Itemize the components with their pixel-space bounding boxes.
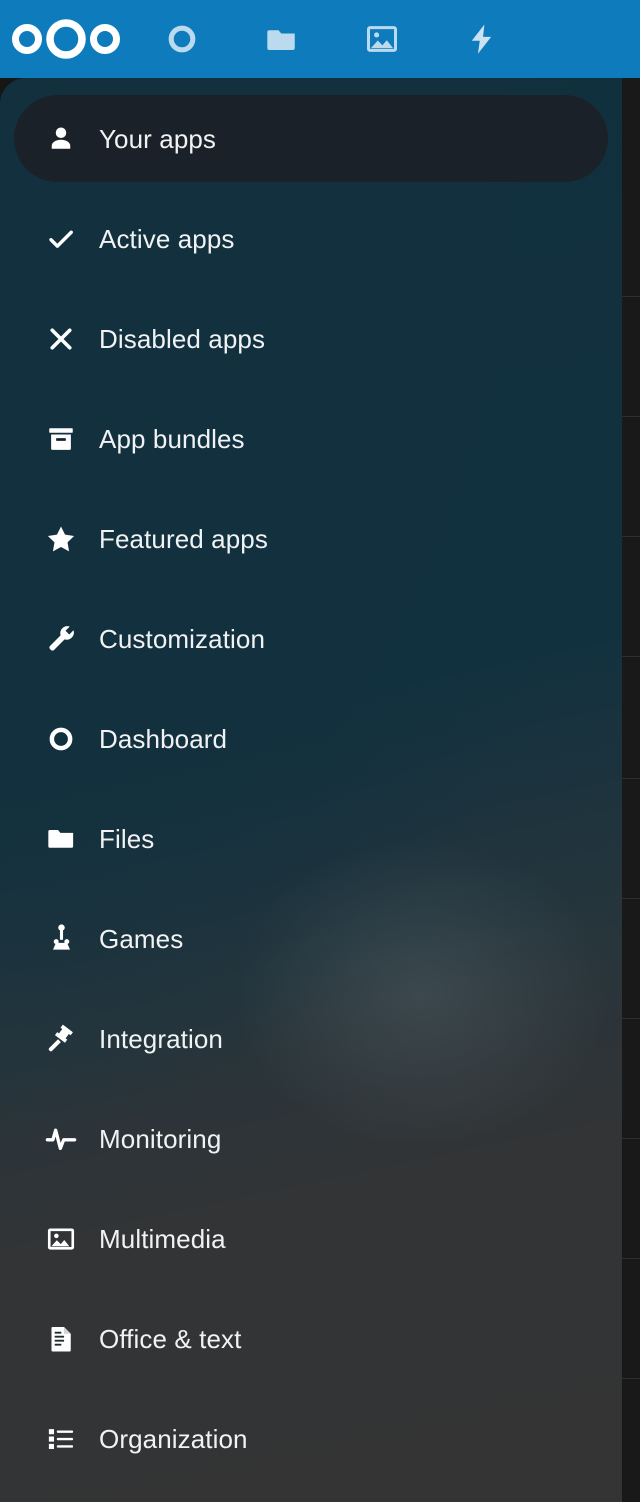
sidebar-item-label: Dashboard bbox=[99, 726, 227, 752]
header-nav-photos[interactable] bbox=[332, 0, 432, 78]
image-icon bbox=[44, 1222, 78, 1256]
sidebar-item-label: Customization bbox=[99, 626, 265, 652]
content-row-separator bbox=[620, 1258, 640, 1259]
content-row-separator bbox=[620, 416, 640, 417]
sidebar-item-files[interactable]: Files bbox=[14, 795, 608, 882]
sidebar-item-label: Monitoring bbox=[99, 1126, 221, 1152]
sidebar-item-games[interactable]: Games bbox=[14, 895, 608, 982]
folder-icon bbox=[264, 21, 300, 57]
star-icon bbox=[44, 522, 78, 556]
content-row-separator bbox=[620, 1018, 640, 1019]
content-row-separator bbox=[620, 898, 640, 899]
header-nav-files[interactable] bbox=[232, 0, 332, 78]
check-icon bbox=[44, 222, 78, 256]
sidebar-item-active-apps[interactable]: Active apps bbox=[14, 195, 608, 282]
sidebar-item-label: Featured apps bbox=[99, 526, 268, 552]
content-row-separator bbox=[620, 778, 640, 779]
content-row-separator bbox=[620, 296, 640, 297]
document-icon bbox=[44, 1322, 78, 1356]
pulse-icon bbox=[44, 1122, 78, 1156]
power-plug-icon bbox=[44, 1022, 78, 1056]
sidebar-item-label: App bundles bbox=[99, 426, 245, 452]
folder-icon bbox=[44, 822, 78, 856]
content-row-separator bbox=[620, 1138, 640, 1139]
image-icon bbox=[364, 21, 400, 57]
content-row-separator bbox=[620, 1378, 640, 1379]
content-row-separator bbox=[620, 536, 640, 537]
sidebar-item-monitoring[interactable]: Monitoring bbox=[14, 1095, 608, 1182]
sidebar-item-label: Your apps bbox=[99, 126, 216, 152]
account-icon bbox=[44, 122, 78, 156]
sidebar-item-label: Files bbox=[99, 826, 154, 852]
sidebar-item-label: Organization bbox=[99, 1426, 248, 1452]
sidebar-item-featured-apps[interactable]: Featured apps bbox=[14, 495, 608, 582]
sidebar-item-label: Active apps bbox=[99, 226, 235, 252]
sidebar-item-dashboard[interactable]: Dashboard bbox=[14, 695, 608, 782]
dashboard-icon bbox=[164, 21, 200, 57]
sidebar-item-disabled-apps[interactable]: Disabled apps bbox=[14, 295, 608, 382]
nextcloud-logo[interactable] bbox=[0, 0, 132, 78]
header-nav-activity[interactable] bbox=[432, 0, 532, 78]
close-icon bbox=[44, 322, 78, 356]
sidebar-item-label: Integration bbox=[99, 1026, 223, 1052]
sidebar-item-label: Office & text bbox=[99, 1326, 241, 1352]
app-list-content-area bbox=[620, 78, 640, 1502]
sidebar-item-integration[interactable]: Integration bbox=[14, 995, 608, 1082]
app-header bbox=[0, 0, 640, 78]
sidebar-item-customization[interactable]: Customization bbox=[14, 595, 608, 682]
app-root: Your apps Active apps Disabled app bbox=[0, 0, 640, 1502]
sidebar-item-organization[interactable]: Organization bbox=[14, 1395, 608, 1482]
content-row-separator bbox=[620, 656, 640, 657]
lightning-icon bbox=[464, 21, 500, 57]
archive-icon bbox=[44, 422, 78, 456]
sidebar-item-multimedia[interactable]: Multimedia bbox=[14, 1195, 608, 1282]
sidebar-item-label: Games bbox=[99, 926, 183, 952]
joystick-icon bbox=[44, 922, 78, 956]
sidebar-item-label: Multimedia bbox=[99, 1226, 226, 1252]
apps-navigation-list: Your apps Active apps Disabled app bbox=[0, 78, 622, 1482]
sidebar-item-office-text[interactable]: Office & text bbox=[14, 1295, 608, 1382]
header-nav-dashboard[interactable] bbox=[132, 0, 232, 78]
sidebar-item-your-apps[interactable]: Your apps bbox=[14, 95, 608, 182]
list-icon bbox=[44, 1422, 78, 1456]
apps-navigation-sidebar: Your apps Active apps Disabled app bbox=[0, 78, 622, 1502]
dashboard-icon bbox=[44, 722, 78, 756]
sidebar-item-label: Disabled apps bbox=[99, 326, 265, 352]
wrench-icon bbox=[44, 622, 78, 656]
sidebar-item-app-bundles[interactable]: App bundles bbox=[14, 395, 608, 482]
